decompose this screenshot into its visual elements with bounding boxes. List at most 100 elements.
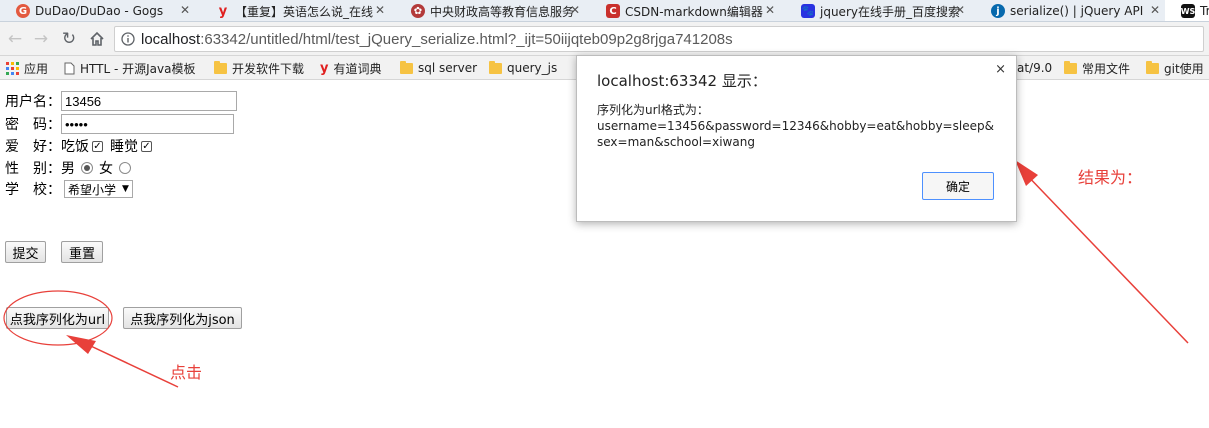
folder-icon: [489, 60, 502, 74]
tab-cufe[interactable]: ✿ 中央财政高等教育信息服务 ✕: [395, 0, 590, 21]
url-path: :63342/untitled/html/test_jQuery_seriali…: [200, 30, 733, 48]
arrow-left-icon: ←: [7, 29, 23, 49]
tab-title: DuDao/DuDao - Gogs: [35, 4, 164, 18]
close-icon[interactable]: ✕: [180, 3, 190, 17]
bookmark-label: query_js: [507, 61, 558, 75]
arrow-right-icon: →: [33, 29, 49, 49]
bookmark-label: sql server: [418, 61, 478, 75]
gender-female-label: 女: [99, 161, 113, 177]
close-icon[interactable]: ✕: [955, 3, 965, 17]
home-button[interactable]: [86, 28, 108, 50]
youdao-icon: y: [320, 60, 329, 76]
folder-icon: [214, 60, 227, 74]
tab-title: Tr: [1200, 4, 1209, 18]
close-icon[interactable]: ✕: [1150, 3, 1160, 17]
serialize-url-button[interactable]: 点我序列化为url: [6, 307, 109, 329]
bookmark-label: at/9.0: [1017, 61, 1053, 75]
hobby-eat-checkbox[interactable]: ✓: [92, 140, 103, 152]
tab-webstorm[interactable]: WS Tr: [1165, 0, 1209, 21]
school-row: 学 校： 希望小学 ▼: [5, 179, 133, 199]
result-annotation: 结果为：: [1078, 168, 1143, 187]
tab-jquery[interactable]: j serialize() | jQuery API ✕: [975, 0, 1170, 21]
alert-dialog: localhost:63342 显示： × 序列化为url格式为： userna…: [576, 55, 1017, 222]
bookmark-tomcat[interactable]: at/9.0: [1017, 59, 1052, 77]
password-row: 密 码：: [5, 114, 234, 134]
close-icon[interactable]: ✕: [570, 3, 580, 17]
dialog-message-value: username=13456&password=12346&hobby=eat&…: [597, 119, 994, 149]
school-select[interactable]: 希望小学 ▼: [64, 180, 133, 198]
reload-icon: ↻: [61, 29, 77, 49]
gender-female-radio[interactable]: [119, 162, 131, 174]
apps-grid-icon: [6, 61, 19, 75]
dialog-title: localhost:63342 显示：: [597, 72, 767, 90]
folder-icon: [1064, 60, 1077, 74]
university-icon: ✿: [411, 4, 425, 18]
page-info-icon[interactable]: [121, 32, 135, 46]
webstorm-icon: WS: [1181, 4, 1195, 18]
username-row: 用户名：: [5, 91, 237, 111]
hobby-eat-label: 吃饭: [61, 139, 89, 155]
tab-strip: G DuDao/DuDao - Gogs ✕ y 【重复】英语怎么说_在线 ✕ …: [0, 0, 1209, 22]
bookmark-label: 开发软件下载: [232, 61, 305, 76]
forward-button[interactable]: →: [30, 28, 52, 50]
bookmark-common-files[interactable]: 常用文件: [1064, 59, 1130, 77]
bookmark-httl[interactable]: HTTL - 开源Java模板: [64, 59, 195, 77]
bookmark-dev-software[interactable]: 开发软件下载: [214, 59, 304, 77]
folder-icon: [1146, 60, 1159, 74]
bookmark-query-js[interactable]: query_js: [489, 59, 557, 77]
home-icon: [90, 31, 104, 46]
dialog-message-label: 序列化为url格式为：: [597, 103, 709, 117]
password-label: 密 码：: [5, 117, 61, 133]
tab-title: serialize() | jQuery API: [1010, 4, 1144, 18]
gogs-icon: G: [16, 4, 30, 18]
tab-baidu[interactable]: 🐾 jquery在线手册_百度搜索 ✕: [785, 0, 975, 21]
bookmark-label: 有道词典: [333, 61, 382, 76]
close-icon[interactable]: ×: [995, 62, 1006, 77]
tab-title: CSDN-markdown编辑器: [625, 4, 763, 19]
ok-button[interactable]: 确定: [922, 172, 994, 200]
hobby-label: 爱 好：: [5, 139, 61, 155]
bookmark-label: 应用: [24, 61, 49, 76]
tab-title: jquery在线手册_百度搜索: [820, 4, 960, 19]
bookmark-label: git使用: [1164, 61, 1204, 76]
bookmark-label: HTTL - 开源Java模板: [80, 61, 196, 76]
reset-button[interactable]: 重置: [61, 241, 103, 263]
tab-csdn[interactable]: C CSDN-markdown编辑器 ✕: [590, 0, 785, 21]
browser-toolbar: ← → ↻ localhost:63342/untitled/html/test…: [0, 22, 1209, 56]
page-icon: [64, 62, 75, 74]
tab-youdao[interactable]: y 【重复】英语怎么说_在线 ✕: [200, 0, 395, 21]
close-icon[interactable]: ✕: [375, 3, 385, 17]
close-icon[interactable]: ✕: [765, 3, 775, 17]
bookmark-git[interactable]: git使用: [1146, 59, 1204, 77]
address-bar[interactable]: localhost:63342/untitled/html/test_jQuer…: [114, 26, 1204, 52]
bookmark-label: 常用文件: [1082, 61, 1131, 76]
url-text: localhost:63342/untitled/html/test_jQuer…: [141, 31, 733, 48]
tab-title: 中央财政高等教育信息服务: [430, 4, 575, 19]
url-host: localhost: [141, 30, 201, 48]
bookmark-sqlserver[interactable]: sql server: [400, 59, 477, 77]
serialize-json-button[interactable]: 点我序列化为json: [123, 307, 242, 329]
back-button[interactable]: ←: [4, 28, 26, 50]
password-input[interactable]: [61, 114, 234, 134]
username-input[interactable]: [61, 91, 237, 111]
youdao-icon: y: [218, 3, 228, 19]
gender-male-label: 男: [61, 161, 75, 177]
folder-icon: [400, 60, 413, 74]
caret-down-icon: ▼: [122, 184, 129, 194]
hobby-row: 爱 好： 吃饭 ✓ 睡觉 ✓: [5, 136, 155, 156]
tab-gogs[interactable]: G DuDao/DuDao - Gogs ✕: [0, 0, 200, 21]
bookmark-youdao[interactable]: y 有道词典: [320, 59, 382, 77]
hobby-sleep-checkbox[interactable]: ✓: [141, 140, 152, 152]
submit-button[interactable]: 提交: [5, 241, 46, 263]
hobby-sleep-label: 睡觉: [110, 139, 138, 155]
school-selected: 希望小学: [68, 182, 117, 197]
gender-male-radio[interactable]: [81, 162, 93, 174]
bookmark-apps[interactable]: 应用: [6, 59, 48, 77]
tab-title: 【重复】英语怎么说_在线: [235, 4, 374, 19]
gender-row: 性 别： 男 女: [5, 158, 137, 178]
reload-button[interactable]: ↻: [58, 28, 80, 50]
csdn-icon: C: [606, 4, 620, 18]
click-annotation: 点击: [170, 363, 203, 382]
jquery-icon: j: [991, 4, 1005, 18]
dialog-message: 序列化为url格式为： username=13456&password=1234…: [597, 102, 997, 150]
